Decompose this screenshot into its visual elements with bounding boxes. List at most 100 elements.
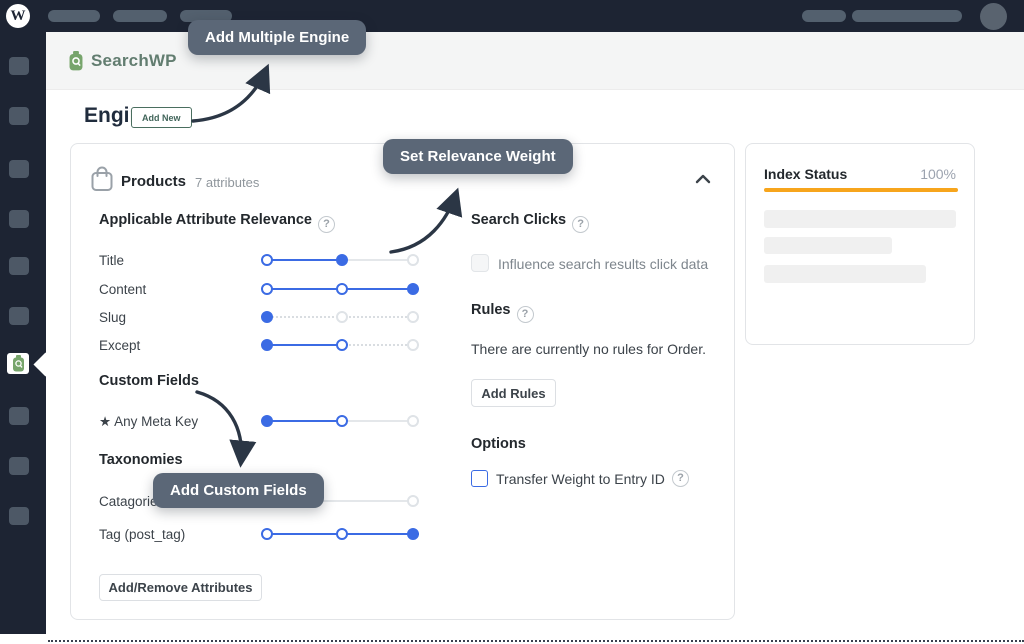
add-remove-attributes-button[interactable]: Add/Remove Attributes — [99, 574, 262, 601]
slider-handle-dot[interactable] — [407, 254, 419, 266]
slider-handle-dot[interactable] — [261, 311, 273, 323]
tooltip-add-custom-fields: Add Custom Fields — [153, 473, 324, 508]
search-clicks-heading-text: Search Clicks — [471, 212, 566, 228]
main-content: SearchWP Engine Add New Products 7 attri… — [46, 32, 1024, 644]
tooltip-set-relevance-weight: Set Relevance Weight — [383, 139, 573, 174]
slider-handle-dot[interactable] — [336, 311, 348, 323]
slider-handle-dot[interactable] — [261, 283, 273, 295]
attribute-label: ★ Any Meta Key — [99, 414, 198, 430]
slider-handle-dot[interactable] — [407, 415, 419, 427]
help-icon[interactable]: ? — [318, 216, 335, 233]
slider-handle-dot[interactable] — [336, 283, 348, 295]
shopping-bag-icon — [91, 166, 113, 192]
slider-track-segment — [267, 420, 342, 422]
relevance-heading: Applicable Attribute Relevance? — [99, 212, 335, 233]
admin-bar: W — [0, 0, 1024, 32]
placeholder-line — [764, 210, 956, 228]
slider-handle-dot[interactable] — [336, 528, 348, 540]
slider-track-segment — [267, 288, 342, 290]
tooltip-add-multiple-engine: Add Multiple Engine — [188, 20, 366, 55]
sidebar-item-placeholder[interactable] — [9, 210, 29, 228]
slider-handle-dot[interactable] — [407, 311, 419, 323]
admin-sidebar — [0, 32, 46, 634]
slider-handle-dot[interactable] — [407, 528, 419, 540]
adminbar-right-placeholder — [802, 10, 846, 22]
attribute-label: Content — [99, 282, 146, 297]
wordpress-logo-icon[interactable]: W — [6, 4, 30, 28]
searchwp-jar-icon — [68, 51, 84, 71]
slider-handle-dot[interactable] — [261, 339, 273, 351]
index-progress-bar — [764, 188, 958, 192]
rules-heading: Rules? — [471, 302, 534, 323]
sidebar-item-placeholder[interactable] — [9, 457, 29, 475]
searchwp-logo-text: SearchWP — [91, 51, 177, 71]
rules-empty-text: There are currently no rules for Order. — [471, 341, 706, 357]
influence-clicks-checkbox[interactable] — [471, 254, 489, 272]
attribute-label: Slug — [99, 310, 126, 325]
slider-handle-dot[interactable] — [336, 254, 348, 266]
adminbar-menu-placeholder — [113, 10, 167, 22]
page-bottom-edge — [48, 640, 1024, 642]
slider-handle-dot[interactable] — [336, 339, 348, 351]
placeholder-line — [764, 265, 926, 283]
placeholder-line — [764, 237, 892, 254]
add-rules-button[interactable]: Add Rules — [471, 379, 556, 407]
transfer-weight-checkbox[interactable] — [471, 470, 488, 487]
search-clicks-heading: Search Clicks? — [471, 212, 589, 233]
transfer-weight-label: Transfer Weight to Entry ID — [496, 471, 665, 487]
slider-handle-dot[interactable] — [407, 495, 419, 507]
slider-handle-dot[interactable] — [407, 283, 419, 295]
sidebar-item-placeholder[interactable] — [9, 507, 29, 525]
sidebar-item-placeholder[interactable] — [9, 107, 29, 125]
relevance-slider-except[interactable] — [261, 339, 419, 351]
influence-clicks-label: Influence search results click data — [498, 256, 708, 272]
slider-row-content: Content — [99, 282, 519, 296]
index-status-percent: 100% — [920, 166, 956, 182]
slider-handle-dot[interactable] — [261, 528, 273, 540]
slider-handle-dot[interactable] — [261, 254, 273, 266]
slider-row-except: Except — [99, 338, 519, 352]
adminbar-menu-placeholder — [48, 10, 100, 22]
relevance-slider-slug[interactable] — [261, 311, 419, 323]
relevance-slider-tag[interactable] — [261, 528, 419, 540]
collapse-chevron-icon[interactable] — [695, 174, 711, 184]
help-icon[interactable]: ? — [572, 216, 589, 233]
index-status-title: Index Status — [764, 166, 847, 182]
sidebar-item-searchwp[interactable] — [7, 353, 29, 374]
sidebar-item-placeholder[interactable] — [9, 57, 29, 75]
searchwp-logo: SearchWP — [68, 51, 177, 71]
slider-handle-dot[interactable] — [261, 415, 273, 427]
attribute-count: 7 attributes — [195, 175, 259, 190]
slider-handle-dot[interactable] — [336, 415, 348, 427]
products-source-panel: Products 7 attributes Applicable Attribu… — [70, 143, 735, 620]
attribute-label: Title — [99, 253, 124, 268]
rules-heading-text: Rules — [471, 302, 511, 318]
custom-fields-heading: Custom Fields — [99, 373, 199, 389]
slider-track-segment — [267, 259, 342, 261]
index-status-panel: Index Status 100% — [745, 143, 975, 345]
options-heading: Options — [471, 436, 526, 452]
sidebar-item-placeholder[interactable] — [9, 160, 29, 178]
relevance-slider-content[interactable] — [261, 283, 419, 295]
sidebar-item-placeholder[interactable] — [9, 407, 29, 425]
attribute-label: Tag (post_tag) — [99, 527, 185, 542]
searchwp-jar-icon — [12, 355, 25, 372]
slider-row-title: Title — [99, 253, 519, 267]
relevance-slider-any-meta-key[interactable] — [261, 415, 419, 427]
add-new-button[interactable]: Add New — [131, 107, 192, 128]
relevance-slider-title[interactable] — [261, 254, 419, 266]
slider-track-segment — [267, 344, 342, 346]
slider-handle-dot[interactable] — [407, 339, 419, 351]
slider-row-any-meta-key: ★ Any Meta Key — [99, 414, 519, 428]
sidebar-item-placeholder[interactable] — [9, 257, 29, 275]
slider-row-tag: Tag (post_tag) — [99, 527, 519, 541]
taxonomies-heading: Taxonomies — [99, 452, 183, 468]
help-icon[interactable]: ? — [672, 470, 689, 487]
avatar[interactable] — [980, 3, 1007, 30]
slider-track-segment — [267, 316, 342, 318]
attribute-label: Except — [99, 338, 140, 353]
adminbar-account-placeholder — [852, 10, 962, 22]
help-icon[interactable]: ? — [517, 306, 534, 323]
relevance-heading-text: Applicable Attribute Relevance — [99, 212, 312, 228]
sidebar-item-placeholder[interactable] — [9, 307, 29, 325]
